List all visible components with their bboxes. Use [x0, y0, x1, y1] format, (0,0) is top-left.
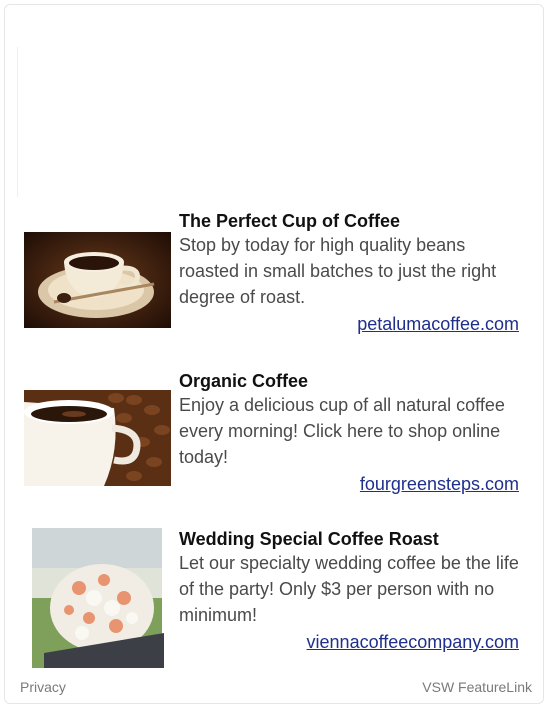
coffee-cup-saucer-image[interactable] [24, 232, 171, 328]
ad-title[interactable]: Wedding Special Coffee Roast [179, 528, 529, 550]
divider-line [17, 47, 18, 197]
ad-title[interactable]: The Perfect Cup of Coffee [179, 210, 529, 232]
wedding-bouquet-image[interactable] [24, 528, 171, 668]
ad-description: Stop by today for high quality beans roa… [179, 235, 497, 307]
featurelink-brand[interactable]: VSW FeatureLink [422, 679, 532, 695]
ad-link[interactable]: petalumacoffee.com [179, 312, 529, 336]
ad-item[interactable]: Wedding Special Coffee Roast Let our spe… [24, 528, 529, 673]
ad-description: Enjoy a delicious cup of all natural cof… [179, 395, 505, 467]
ad-item[interactable]: Organic Coffee Enjoy a delicious cup of … [24, 370, 529, 510]
ad-copy: The Perfect Cup of Coffee Stop by today … [179, 210, 529, 336]
ad-item[interactable]: The Perfect Cup of Coffee Stop by today … [24, 210, 529, 350]
coffee-mug-beans-image[interactable] [24, 390, 171, 486]
ad-link[interactable]: fourgreensteps.com [179, 472, 529, 496]
ad-copy: Organic Coffee Enjoy a delicious cup of … [179, 370, 529, 496]
ad-title[interactable]: Organic Coffee [179, 370, 529, 392]
privacy-link[interactable]: Privacy [20, 679, 66, 695]
ad-description: Let our specialty wedding coffee be the … [179, 553, 519, 625]
ad-link[interactable]: viennacoffeecompany.com [179, 630, 529, 654]
ad-copy: Wedding Special Coffee Roast Let our spe… [179, 528, 529, 654]
